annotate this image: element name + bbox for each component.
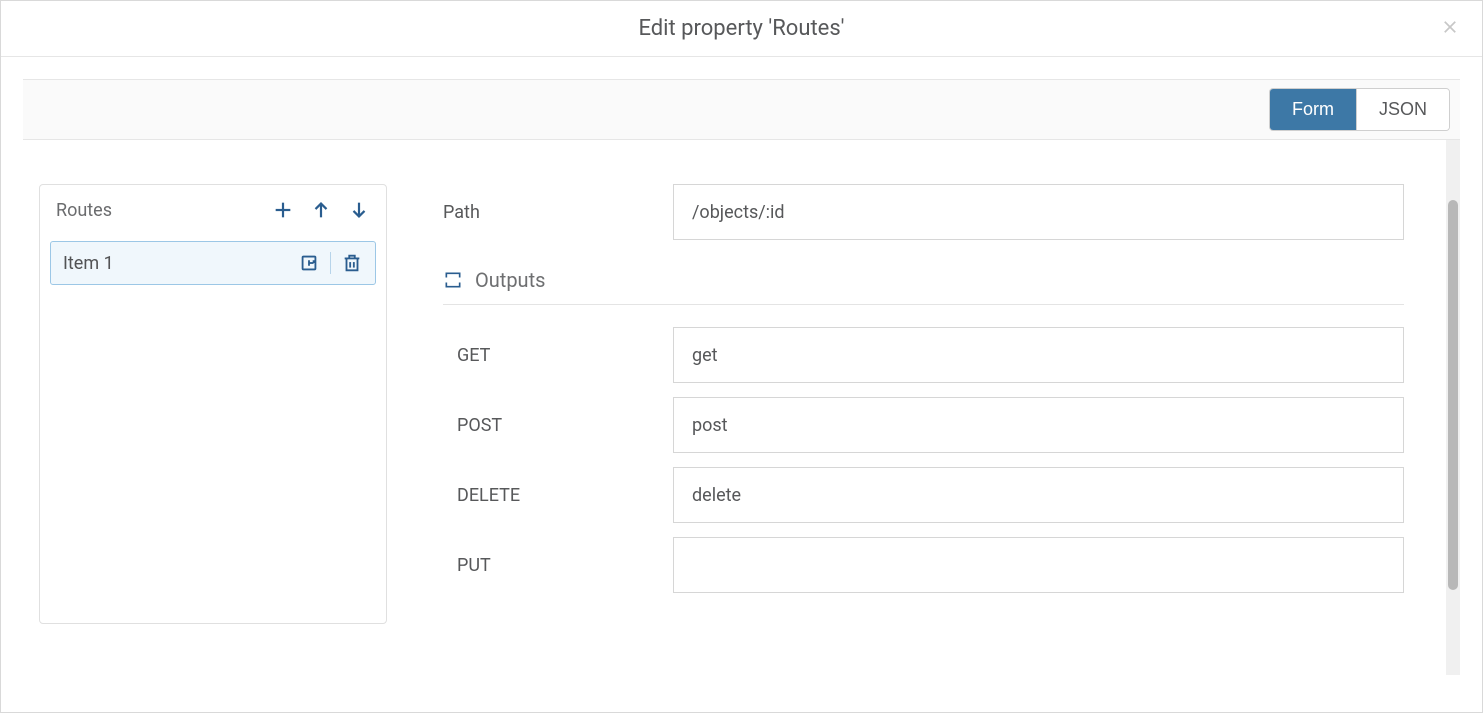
output-label: POST [457, 415, 643, 436]
output-label: DELETE [457, 485, 643, 506]
workspace: Routes Item 1 [1, 140, 1482, 695]
delete-item-button[interactable] [341, 252, 363, 274]
output-post-input[interactable] [673, 397, 1404, 453]
routes-list: Item 1 [40, 231, 386, 623]
view-toggle-bar: Form JSON [23, 79, 1460, 140]
close-button[interactable] [1436, 13, 1464, 41]
close-icon [1441, 18, 1459, 36]
view-toggle-group: Form JSON [1269, 88, 1450, 131]
output-row-delete: DELETE [457, 467, 1404, 523]
outputs-block: GET POST DELETE PUT [443, 327, 1404, 593]
path-row: Path [443, 184, 1404, 240]
list-item[interactable]: Item 1 [50, 241, 376, 285]
list-item-actions [298, 252, 363, 274]
output-delete-input[interactable] [673, 467, 1404, 523]
output-put-input[interactable] [673, 537, 1404, 593]
routes-list-actions [272, 199, 370, 221]
scrollbar-thumb[interactable] [1448, 200, 1458, 590]
view-toggle-form[interactable]: Form [1270, 89, 1356, 130]
dialog-body: Form JSON Routes [1, 57, 1482, 712]
collapse-icon [443, 270, 463, 290]
dialog-title: Edit property 'Routes' [638, 16, 844, 41]
form-area: Path Outputs GET POST [443, 184, 1460, 675]
output-get-input[interactable] [673, 327, 1404, 383]
dialog-header: Edit property 'Routes' [1, 1, 1482, 57]
scrollbar[interactable] [1446, 140, 1460, 675]
move-up-button[interactable] [310, 199, 332, 221]
plus-icon [272, 199, 294, 221]
move-down-button[interactable] [348, 199, 370, 221]
output-label: GET [457, 345, 643, 366]
output-row-put: PUT [457, 537, 1404, 593]
routes-list-header: Routes [40, 185, 386, 231]
path-input[interactable] [673, 184, 1404, 240]
output-row-post: POST [457, 397, 1404, 453]
duplicate-item-button[interactable] [298, 252, 320, 274]
output-label: PUT [457, 555, 643, 576]
outputs-header[interactable]: Outputs [443, 268, 1404, 305]
routes-list-title: Routes [56, 200, 112, 221]
list-item-label: Item 1 [63, 253, 114, 274]
output-row-get: GET [457, 327, 1404, 383]
edit-property-dialog: Edit property 'Routes' Form JSON Routes [0, 0, 1483, 713]
add-route-button[interactable] [272, 199, 294, 221]
arrow-up-icon [310, 199, 332, 221]
trash-icon [341, 252, 363, 274]
view-toggle-json[interactable]: JSON [1356, 89, 1449, 130]
routes-list-panel: Routes Item 1 [39, 184, 387, 624]
duplicate-icon [298, 252, 320, 274]
divider [330, 252, 331, 274]
outputs-title: Outputs [475, 268, 545, 292]
arrow-down-icon [348, 199, 370, 221]
path-label: Path [443, 202, 643, 223]
